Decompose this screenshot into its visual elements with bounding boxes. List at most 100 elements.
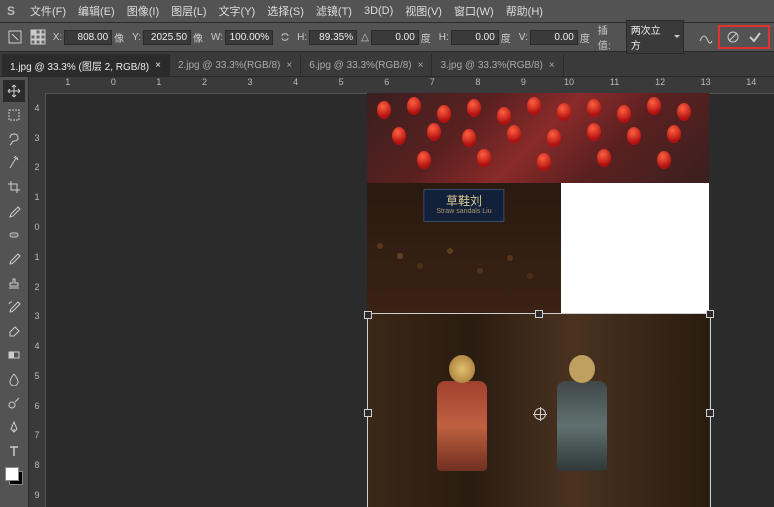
commit-transform-icon[interactable] bbox=[746, 28, 764, 46]
ruler-tick: 3 bbox=[29, 301, 45, 331]
ruler-tick: 1 bbox=[45, 77, 91, 93]
menu-image[interactable]: 图像(I) bbox=[121, 0, 165, 22]
document-content: 草鞋刘 Straw sandals Liu bbox=[367, 93, 709, 507]
menu-help[interactable]: 帮助(H) bbox=[500, 0, 549, 22]
ruler-tick: 9 bbox=[501, 77, 547, 93]
menu-view[interactable]: 视图(V) bbox=[399, 0, 448, 22]
ruler-tick: 3 bbox=[29, 123, 45, 153]
pen-tool-icon[interactable] bbox=[3, 416, 25, 438]
history-brush-tool-icon[interactable] bbox=[3, 296, 25, 318]
ruler-tick: 6 bbox=[29, 391, 45, 421]
type-tool-icon[interactable] bbox=[3, 440, 25, 462]
w-input[interactable]: 100.00% bbox=[225, 30, 273, 45]
skew-v-unit: 度 bbox=[580, 30, 590, 45]
commit-cancel-highlight bbox=[718, 25, 770, 49]
h-label: H: bbox=[297, 32, 307, 43]
menu-window[interactable]: 窗口(W) bbox=[448, 0, 500, 22]
tab-close-icon[interactable]: × bbox=[155, 60, 161, 71]
document-tab[interactable]: 2.jpg @ 33.3%(RGB/8) × bbox=[170, 54, 301, 76]
y-input[interactable]: 2025.50 bbox=[143, 30, 191, 45]
toolbox bbox=[0, 77, 29, 507]
tab-close-icon[interactable]: × bbox=[286, 60, 292, 71]
angle-unit: 度 bbox=[421, 30, 431, 45]
menu-3d[interactable]: 3D(D) bbox=[358, 0, 399, 22]
angle-input[interactable]: 0.00 bbox=[371, 30, 419, 45]
tab-label: 2.jpg @ 33.3%(RGB/8) bbox=[178, 60, 280, 71]
tab-label: 1.jpg @ 33.3% (图层 2, RGB/8) bbox=[10, 58, 149, 73]
eraser-tool-icon[interactable] bbox=[3, 320, 25, 342]
dodge-tool-icon[interactable] bbox=[3, 392, 25, 414]
options-bar: X:808.00像 Y:2025.50像 W:100.00% H:89.35% … bbox=[0, 23, 774, 52]
ruler-tick: 5 bbox=[318, 77, 364, 93]
eyedropper-tool-icon[interactable] bbox=[3, 200, 25, 222]
move-tool-icon[interactable] bbox=[3, 80, 25, 102]
reference-point-icon[interactable] bbox=[27, 26, 48, 48]
interp-label: 插值: bbox=[598, 22, 620, 52]
menu-edit[interactable]: 编辑(E) bbox=[72, 0, 121, 22]
x-unit: 像 bbox=[114, 30, 124, 45]
ruler-tick: 8 bbox=[29, 450, 45, 480]
canvas-area: 1 0 1 2 3 4 5 6 7 8 9 10 11 12 13 14 4 3… bbox=[29, 77, 774, 507]
w-label: W: bbox=[211, 32, 223, 43]
x-input[interactable]: 808.00 bbox=[64, 30, 112, 45]
vertical-ruler: 4 3 2 1 0 1 2 3 4 5 6 7 8 9 bbox=[29, 93, 46, 507]
skew-v-input[interactable]: 0.00 bbox=[530, 30, 578, 45]
ruler-tick: 12 bbox=[637, 77, 683, 93]
canvas[interactable]: 草鞋刘 Straw sandals Liu bbox=[45, 93, 774, 507]
document-tab[interactable]: 1.jpg @ 33.3% (图层 2, RGB/8) × bbox=[2, 54, 170, 76]
ruler-tick: 2 bbox=[182, 77, 228, 93]
menu-filter[interactable]: 滤镜(T) bbox=[310, 0, 358, 22]
document-tab[interactable]: 3.jpg @ 33.3%(RGB/8) × bbox=[432, 54, 563, 76]
ruler-tick: 13 bbox=[683, 77, 729, 93]
ruler-tick: 6 bbox=[364, 77, 410, 93]
menu-select[interactable]: 选择(S) bbox=[261, 0, 310, 22]
ruler-tick: 7 bbox=[29, 421, 45, 451]
h-input[interactable]: 89.35% bbox=[309, 30, 357, 45]
lasso-tool-icon[interactable] bbox=[3, 128, 25, 150]
puppet-figure bbox=[427, 351, 497, 491]
ruler-tick: 11 bbox=[592, 77, 638, 93]
stamp-tool-icon[interactable] bbox=[3, 272, 25, 294]
image-lanterns bbox=[367, 93, 709, 183]
ruler-tick: 1 bbox=[29, 242, 45, 272]
healing-tool-icon[interactable] bbox=[3, 224, 25, 246]
ruler-tick: 8 bbox=[455, 77, 501, 93]
marquee-tool-icon[interactable] bbox=[3, 104, 25, 126]
workspace: 1 0 1 2 3 4 5 6 7 8 9 10 11 12 13 14 4 3… bbox=[0, 77, 774, 507]
transform-tool-icon[interactable] bbox=[4, 26, 25, 48]
gradient-tool-icon[interactable] bbox=[3, 344, 25, 366]
skew-h-unit: 度 bbox=[501, 30, 511, 45]
document-tab[interactable]: 6.jpg @ 33.3%(RGB/8)× bbox=[301, 54, 432, 76]
menu-file[interactable]: 文件(F) bbox=[24, 0, 72, 22]
ruler-tick: 5 bbox=[29, 361, 45, 391]
tab-close-icon[interactable]: × bbox=[549, 60, 555, 71]
tab-close-icon[interactable]: × bbox=[418, 60, 424, 71]
foreground-color-swatch[interactable] bbox=[5, 467, 19, 481]
y-label: Y: bbox=[132, 32, 141, 43]
ruler-tick: 4 bbox=[29, 93, 45, 123]
tab-label: 3.jpg @ 33.3%(RGB/8) bbox=[440, 60, 542, 71]
y-unit: 像 bbox=[193, 30, 203, 45]
app-logo: S bbox=[4, 4, 18, 18]
warp-mode-icon[interactable] bbox=[697, 28, 715, 46]
ruler-tick: 2 bbox=[29, 272, 45, 302]
color-swatches[interactable] bbox=[5, 467, 23, 485]
menu-layer[interactable]: 图层(L) bbox=[165, 0, 212, 22]
blur-tool-icon[interactable] bbox=[3, 368, 25, 390]
link-wh-icon[interactable] bbox=[278, 30, 292, 44]
ruler-tick: 0 bbox=[29, 212, 45, 242]
ruler-tick: 4 bbox=[273, 77, 319, 93]
wand-tool-icon[interactable] bbox=[3, 152, 25, 174]
image-market-row: 草鞋刘 Straw sandals Liu bbox=[367, 183, 709, 313]
cancel-transform-icon[interactable] bbox=[724, 28, 742, 46]
skew-h-input[interactable]: 0.00 bbox=[451, 30, 499, 45]
interp-dropdown[interactable]: 两次立方 bbox=[626, 20, 684, 54]
puppet-figure bbox=[547, 351, 617, 491]
brush-tool-icon[interactable] bbox=[3, 248, 25, 270]
x-label: X: bbox=[53, 32, 62, 43]
skew-h-label: H: bbox=[439, 32, 449, 43]
ruler-tick: 1 bbox=[136, 77, 182, 93]
crop-tool-icon[interactable] bbox=[3, 176, 25, 198]
menu-type[interactable]: 文字(Y) bbox=[213, 0, 262, 22]
ruler-tick: 10 bbox=[546, 77, 592, 93]
